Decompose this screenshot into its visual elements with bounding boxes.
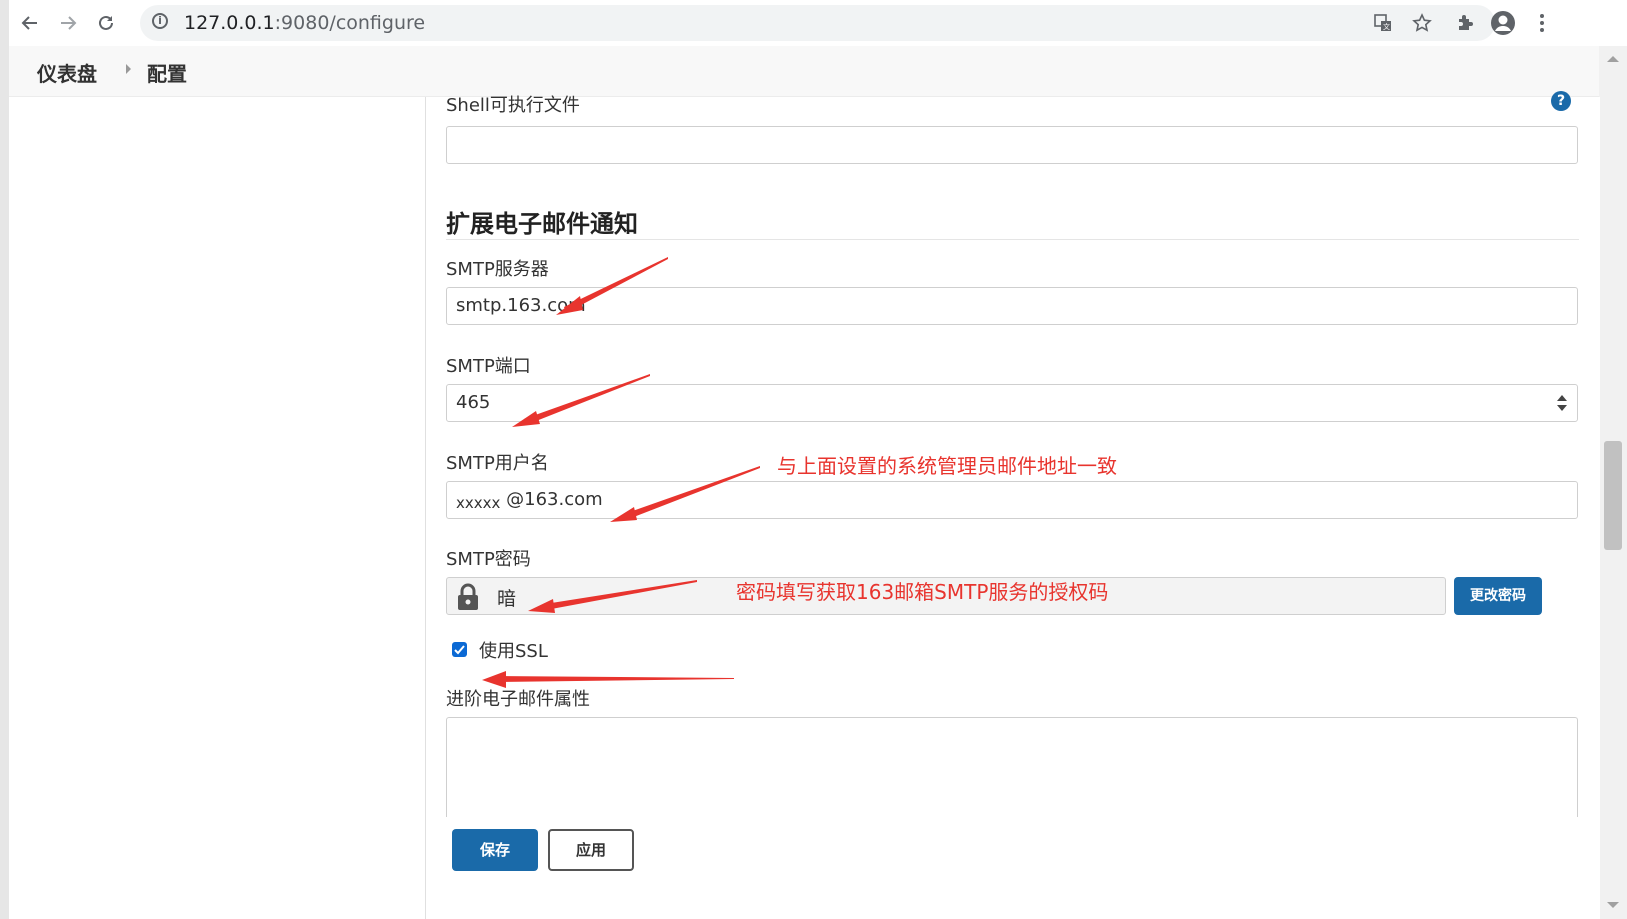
reload-icon (99, 15, 113, 30)
shell-label: Shell可执行文件 (446, 95, 580, 116)
scroll-down-icon[interactable] (1607, 902, 1619, 908)
advanced-email-label: 进阶电子邮件属性 (446, 689, 590, 710)
info-icon[interactable]: i (152, 13, 168, 29)
use-ssl-label[interactable]: 使用SSL (479, 637, 548, 663)
section-title: 扩展电子邮件通知 (446, 210, 638, 238)
breadcrumb-configure[interactable]: 配置 (147, 58, 187, 87)
breadcrumb-dashboard[interactable]: 仪表盘 (37, 58, 97, 87)
stepper-up-icon[interactable] (1557, 395, 1567, 401)
smtp-username-label: SMTP用户名 (446, 453, 549, 474)
address-bar[interactable]: i 127.0.0.1:9080/configure 文 (140, 5, 1495, 41)
breadcrumb: 仪表盘 配置 (9, 46, 1599, 97)
menu-kebab-icon[interactable] (1527, 8, 1557, 38)
advanced-email-textarea[interactable] (446, 717, 1578, 817)
smtp-port-label: SMTP端口 (446, 356, 531, 377)
profile-avatar-icon[interactable] (1488, 8, 1518, 38)
smtp-port-input[interactable]: 465 (446, 384, 1578, 422)
extensions-icon[interactable] (1450, 8, 1480, 38)
smtp-port-value: 465 (456, 392, 491, 413)
apply-button[interactable]: 应用 (548, 829, 634, 871)
stepper-down-icon[interactable] (1557, 405, 1567, 411)
port-stepper[interactable] (1557, 394, 1567, 414)
url-text: 127.0.0.1:9080/configure (184, 12, 426, 34)
smtp-username-input[interactable]: xxxxx @163.com (446, 481, 1578, 519)
change-password-button[interactable]: 更改密码 (1454, 577, 1542, 615)
back-button[interactable] (15, 8, 45, 38)
section-divider (446, 239, 1579, 240)
smtp-password-value: 暗 (497, 588, 517, 610)
smtp-server-input[interactable]: smtp.163.com (446, 287, 1578, 325)
svg-text:文: 文 (1383, 22, 1390, 31)
browser-toolbar: i 127.0.0.1:9080/configure 文 (9, 0, 1627, 47)
forward-arrow-icon (61, 16, 77, 30)
smtp-server-label: SMTP服务器 (446, 259, 549, 280)
smtp-password-label: SMTP密码 (446, 549, 531, 570)
save-button[interactable]: 保存 (452, 829, 538, 871)
config-panel: Shell可执行文件 ? 扩展电子邮件通知 SMTP服务器 smtp.163.c… (425, 91, 1600, 919)
lock-icon (455, 583, 481, 615)
scroll-up-icon[interactable] (1607, 56, 1619, 62)
forward-button[interactable] (53, 8, 83, 38)
scrollbar-thumb[interactable] (1604, 441, 1622, 550)
smtp-username-prefix: xxxxx (456, 494, 501, 512)
shell-input[interactable] (446, 126, 1578, 164)
breadcrumb-chevron-icon (126, 64, 131, 74)
checkmark-icon (454, 645, 465, 655)
form-footer: 保存 应用 (426, 817, 1600, 919)
translate-icon[interactable]: 文 (1368, 8, 1398, 38)
use-ssl-checkbox[interactable] (452, 642, 467, 657)
reload-button[interactable] (91, 8, 121, 38)
bookmark-star-icon[interactable] (1407, 8, 1437, 38)
help-icon[interactable]: ? (1551, 91, 1571, 111)
back-arrow-icon (21, 16, 37, 30)
smtp-password-field[interactable]: 暗 (446, 577, 1446, 615)
smtp-username-suffix: @163.com (500, 489, 603, 510)
